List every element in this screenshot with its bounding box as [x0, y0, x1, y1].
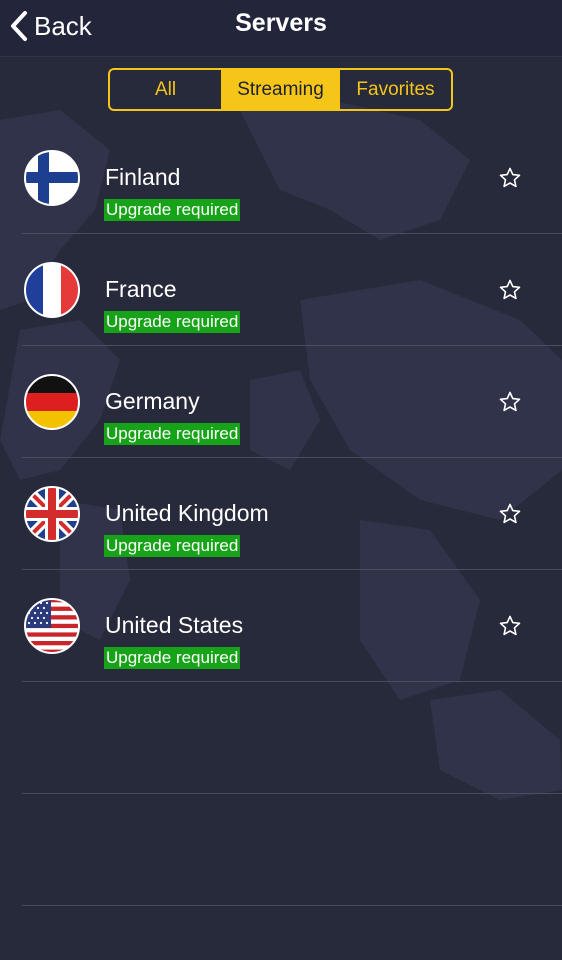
server-row-united-kingdom[interactable]: United Kingdom Upgrade required — [0, 458, 562, 570]
tab-streaming[interactable]: Streaming — [223, 70, 340, 109]
empty-list-row — [0, 682, 562, 794]
page-title: Servers — [235, 9, 327, 37]
server-name: Finland — [105, 164, 181, 190]
row-divider — [22, 905, 562, 906]
tab-all[interactable]: All — [110, 70, 223, 109]
server-list: Finland Upgrade required France Upgrade … — [0, 122, 562, 906]
server-name: France — [105, 276, 177, 302]
favorite-star-icon[interactable] — [498, 502, 522, 526]
favorite-star-icon[interactable] — [498, 278, 522, 302]
finland-flag-icon — [24, 150, 80, 206]
navigation-bar: Back Servers — [0, 0, 562, 57]
uk-flag-icon — [24, 486, 80, 542]
server-row-france[interactable]: France Upgrade required — [0, 234, 562, 346]
upgrade-badge: Upgrade required — [104, 311, 241, 333]
favorite-star-icon[interactable] — [498, 390, 522, 414]
upgrade-badge: Upgrade required — [104, 199, 241, 221]
upgrade-badge: Upgrade required — [104, 423, 241, 445]
server-name: Germany — [105, 388, 200, 414]
france-flag-icon — [24, 262, 80, 318]
server-name: United Kingdom — [105, 500, 269, 526]
server-row-united-states[interactable]: United States Upgrade required — [0, 570, 562, 682]
germany-flag-icon — [24, 374, 80, 430]
server-row-finland[interactable]: Finland Upgrade required — [0, 122, 562, 234]
server-name: United States — [105, 612, 244, 638]
upgrade-badge: Upgrade required — [104, 647, 241, 669]
upgrade-badge: Upgrade required — [104, 535, 241, 557]
server-filter-tabs: All Streaming Favorites — [108, 68, 453, 111]
empty-list-row — [0, 794, 562, 906]
favorite-star-icon[interactable] — [498, 614, 522, 638]
server-row-germany[interactable]: Germany Upgrade required — [0, 346, 562, 458]
us-flag-icon — [24, 598, 80, 654]
tab-favorites[interactable]: Favorites — [340, 70, 451, 109]
favorite-star-icon[interactable] — [498, 166, 522, 190]
